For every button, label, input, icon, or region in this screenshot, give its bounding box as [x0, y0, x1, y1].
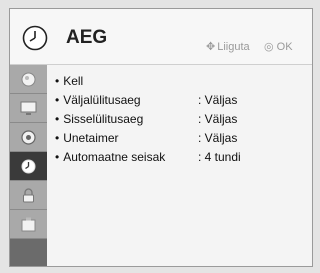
bullet: • — [55, 93, 60, 107]
category-sidebar — [10, 65, 47, 266]
clock-icon — [22, 25, 48, 51]
menu-item-label: Unetaimer — [63, 131, 119, 145]
ok-hint-label: OK — [276, 41, 293, 53]
menu-item-label: Kell — [63, 74, 84, 88]
menu-item-auto-standby[interactable]: • Automaatne seisak : 4 tundi — [55, 150, 241, 164]
sidebar-item-options[interactable] — [10, 210, 47, 239]
menu-item-value: : Väljas — [198, 131, 238, 145]
options-icon — [21, 217, 36, 232]
menu-item-label: Väljalülitusaeg — [63, 93, 141, 107]
lock-icon — [23, 188, 34, 203]
menu-content: • Kell • Väljalülitusaeg : Väljas • Sisselü… — [47, 65, 312, 266]
sidebar-item-picture[interactable] — [10, 65, 47, 94]
navigate-hint-label: Liiguta — [217, 41, 250, 53]
sidebar-item-lock[interactable] — [10, 181, 47, 210]
menu-item-clock[interactable]: • Kell — [55, 74, 83, 88]
sidebar-item-screen[interactable] — [10, 94, 47, 123]
bullet: • — [55, 74, 60, 88]
menu-item-value: : 4 tundi — [198, 150, 241, 164]
page-title: AEG — [66, 27, 108, 48]
sidebar-item-audio[interactable] — [10, 123, 47, 152]
menu-item-value: : Väljas — [198, 93, 238, 107]
settings-panel: AEG ✥ Liiguta ◎ OK • Kell • Väljalülitus… — [9, 8, 313, 267]
menu-item-sleep-timer[interactable]: • Unetaimer : Väljas — [55, 131, 237, 145]
ok-hint: ◎ OK — [264, 40, 293, 53]
menu-header: AEG ✥ Liiguta ◎ OK — [10, 9, 312, 65]
sidebar-item-time[interactable] — [10, 152, 47, 181]
menu-item-label: Automaatne seisak — [63, 150, 166, 164]
monitor-icon — [20, 101, 37, 115]
bullet: • — [55, 112, 60, 126]
picture-icon — [21, 72, 36, 87]
navigate-hint: ✥ Liiguta — [206, 40, 250, 53]
clock-icon — [21, 159, 36, 174]
menu-item-off-time[interactable]: • Väljalülitusaeg : Väljas — [55, 93, 237, 107]
menu-item-label: Sisselülitusaeg — [63, 112, 144, 126]
navigation-arrows-icon: ✥ — [206, 41, 216, 53]
speaker-icon — [21, 130, 36, 145]
menu-item-on-time[interactable]: • Sisselülitusaeg : Väljas — [55, 112, 237, 126]
menu-item-value: : Väljas — [198, 112, 238, 126]
bullet: • — [55, 150, 60, 164]
bullet: • — [55, 131, 60, 145]
ok-button-icon: ◎ — [264, 41, 274, 53]
